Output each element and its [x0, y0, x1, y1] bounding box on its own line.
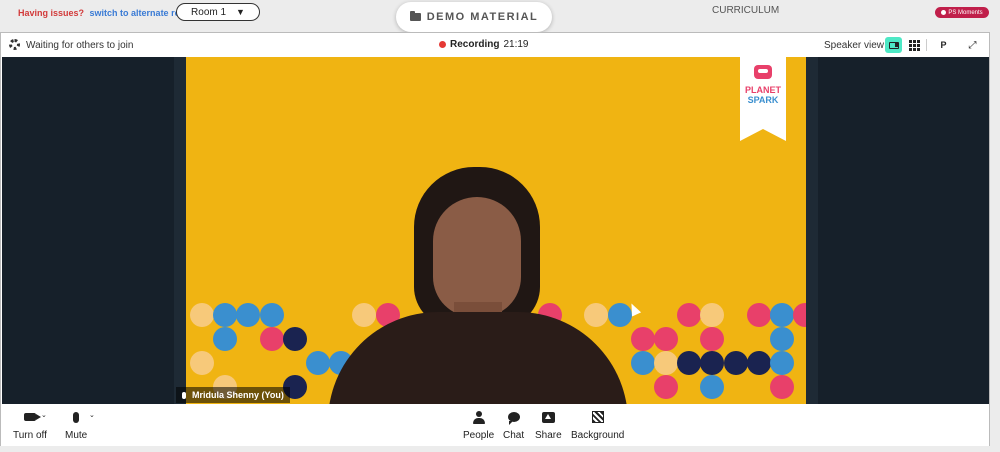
person-body	[328, 312, 628, 404]
p-button[interactable]: P	[935, 37, 952, 53]
mic-icon	[73, 411, 80, 423]
participant-video: PLANET SPARK	[186, 57, 806, 404]
ps-moments-icon	[941, 10, 947, 15]
chat-icon	[507, 412, 520, 425]
backdrop-dot	[700, 351, 725, 375]
people-icon	[472, 410, 485, 424]
camera-options-chevron-icon[interactable]: ⌄	[41, 411, 47, 419]
mute-button[interactable]: Mute	[65, 408, 87, 441]
backdrop-dot	[352, 303, 377, 327]
video-area: PLANET SPARK Mridula Shenny (You)	[2, 57, 989, 404]
planet-spark-logo: PLANET SPARK	[740, 57, 786, 141]
backdrop-dot	[700, 327, 725, 351]
share-button[interactable]: Share	[535, 408, 562, 441]
people-label: People	[463, 430, 495, 441]
mute-label: Mute	[65, 430, 88, 441]
backdrop-dot	[677, 351, 702, 375]
backdrop-dot	[746, 303, 771, 327]
backdrop-dot	[723, 351, 748, 375]
caret-down-icon: ▼	[236, 7, 245, 17]
backdrop-dot	[236, 303, 261, 327]
call-status-bar: Waiting for others to join Recording 21:…	[1, 33, 989, 57]
top-header: Having issues? switch to alternate room …	[0, 0, 1000, 32]
divider	[926, 39, 927, 51]
demo-material-label: DEMO MATERIAL	[426, 11, 539, 23]
recording-indicator: Recording 21:19	[439, 39, 528, 50]
demo-material-button[interactable]: DEMO MATERIAL	[396, 2, 552, 32]
backdrop-dot	[654, 375, 678, 399]
participant-name: Mridula Shenny (You)	[192, 390, 284, 400]
backdrop-dot	[770, 303, 794, 327]
camera-icon	[23, 413, 41, 421]
logo-line-1: PLANET	[745, 85, 781, 95]
backdrop-dot	[306, 351, 330, 375]
backdrop-dot	[793, 303, 806, 327]
people-button[interactable]: People	[463, 408, 494, 441]
camera-label: Turn off	[13, 430, 47, 441]
room-select-value: Room 1	[191, 6, 227, 18]
waiting-status: Waiting for others to join	[26, 40, 134, 51]
share-icon	[541, 411, 555, 423]
backdrop-dot	[700, 303, 725, 327]
speaker-view-icon	[888, 41, 899, 49]
chat-button[interactable]: Chat	[503, 408, 524, 441]
backdrop-dot	[630, 351, 655, 375]
background-button[interactable]: Background	[571, 408, 624, 441]
backdrop-dot	[190, 351, 214, 375]
expand-icon[interactable]: ⤢	[964, 37, 981, 53]
background-icon	[591, 411, 604, 423]
participant-name-tag: Mridula Shenny (You)	[176, 387, 290, 403]
backdrop-dot	[770, 351, 794, 375]
backdrop-dot	[677, 303, 702, 327]
backdrop-dot	[770, 327, 794, 351]
backdrop-dot	[213, 327, 238, 351]
room-select[interactable]: Room 1 ▼	[176, 3, 260, 21]
call-window: Waiting for others to join Recording 21:…	[0, 32, 990, 446]
robot-logo-icon	[754, 65, 772, 79]
backdrop-dot	[746, 351, 771, 375]
curriculum-link[interactable]: CURRICULUM	[712, 5, 779, 16]
backdrop-dot	[654, 327, 678, 351]
backdrop-dot	[770, 375, 794, 399]
call-controls: Turn off ⌄ Mute ⌄ People Chat Share Back…	[1, 404, 989, 446]
backdrop-dot	[213, 303, 238, 327]
backdrop-dot	[259, 303, 284, 327]
backdrop-dot	[190, 303, 214, 327]
backdrop-dot	[282, 327, 307, 351]
backdrop-dot	[259, 327, 284, 351]
gear-icon[interactable]	[9, 39, 20, 50]
ps-moments-button[interactable]: PS Moments	[935, 7, 989, 18]
grid-view-button[interactable]	[906, 37, 923, 53]
view-label: Speaker view	[824, 40, 885, 51]
logo-line-2: SPARK	[747, 95, 779, 105]
issues-notice: Having issues? switch to alternate room	[18, 8, 194, 18]
share-label: Share	[535, 430, 562, 441]
mic-options-chevron-icon[interactable]: ⌄	[89, 411, 95, 419]
recording-time: 21:19	[503, 39, 529, 50]
backdrop-dot	[654, 351, 678, 375]
background-label: Background	[571, 430, 625, 441]
issues-question: Having issues?	[18, 8, 85, 18]
speaker-view-button[interactable]	[885, 37, 902, 53]
logo-text: PLANET SPARK	[740, 85, 786, 105]
backdrop-dot	[700, 375, 725, 399]
grid-view-icon	[909, 39, 920, 51]
ps-moments-label: PS Moments	[948, 9, 983, 16]
person-face	[433, 197, 521, 317]
mic-small-icon	[182, 391, 186, 399]
recording-label: Recording	[450, 39, 500, 50]
recording-dot-icon	[439, 41, 446, 48]
chat-label: Chat	[503, 430, 525, 441]
folder-icon	[409, 11, 421, 21]
backdrop-dot	[630, 327, 655, 351]
backdrop-dot	[584, 303, 609, 327]
